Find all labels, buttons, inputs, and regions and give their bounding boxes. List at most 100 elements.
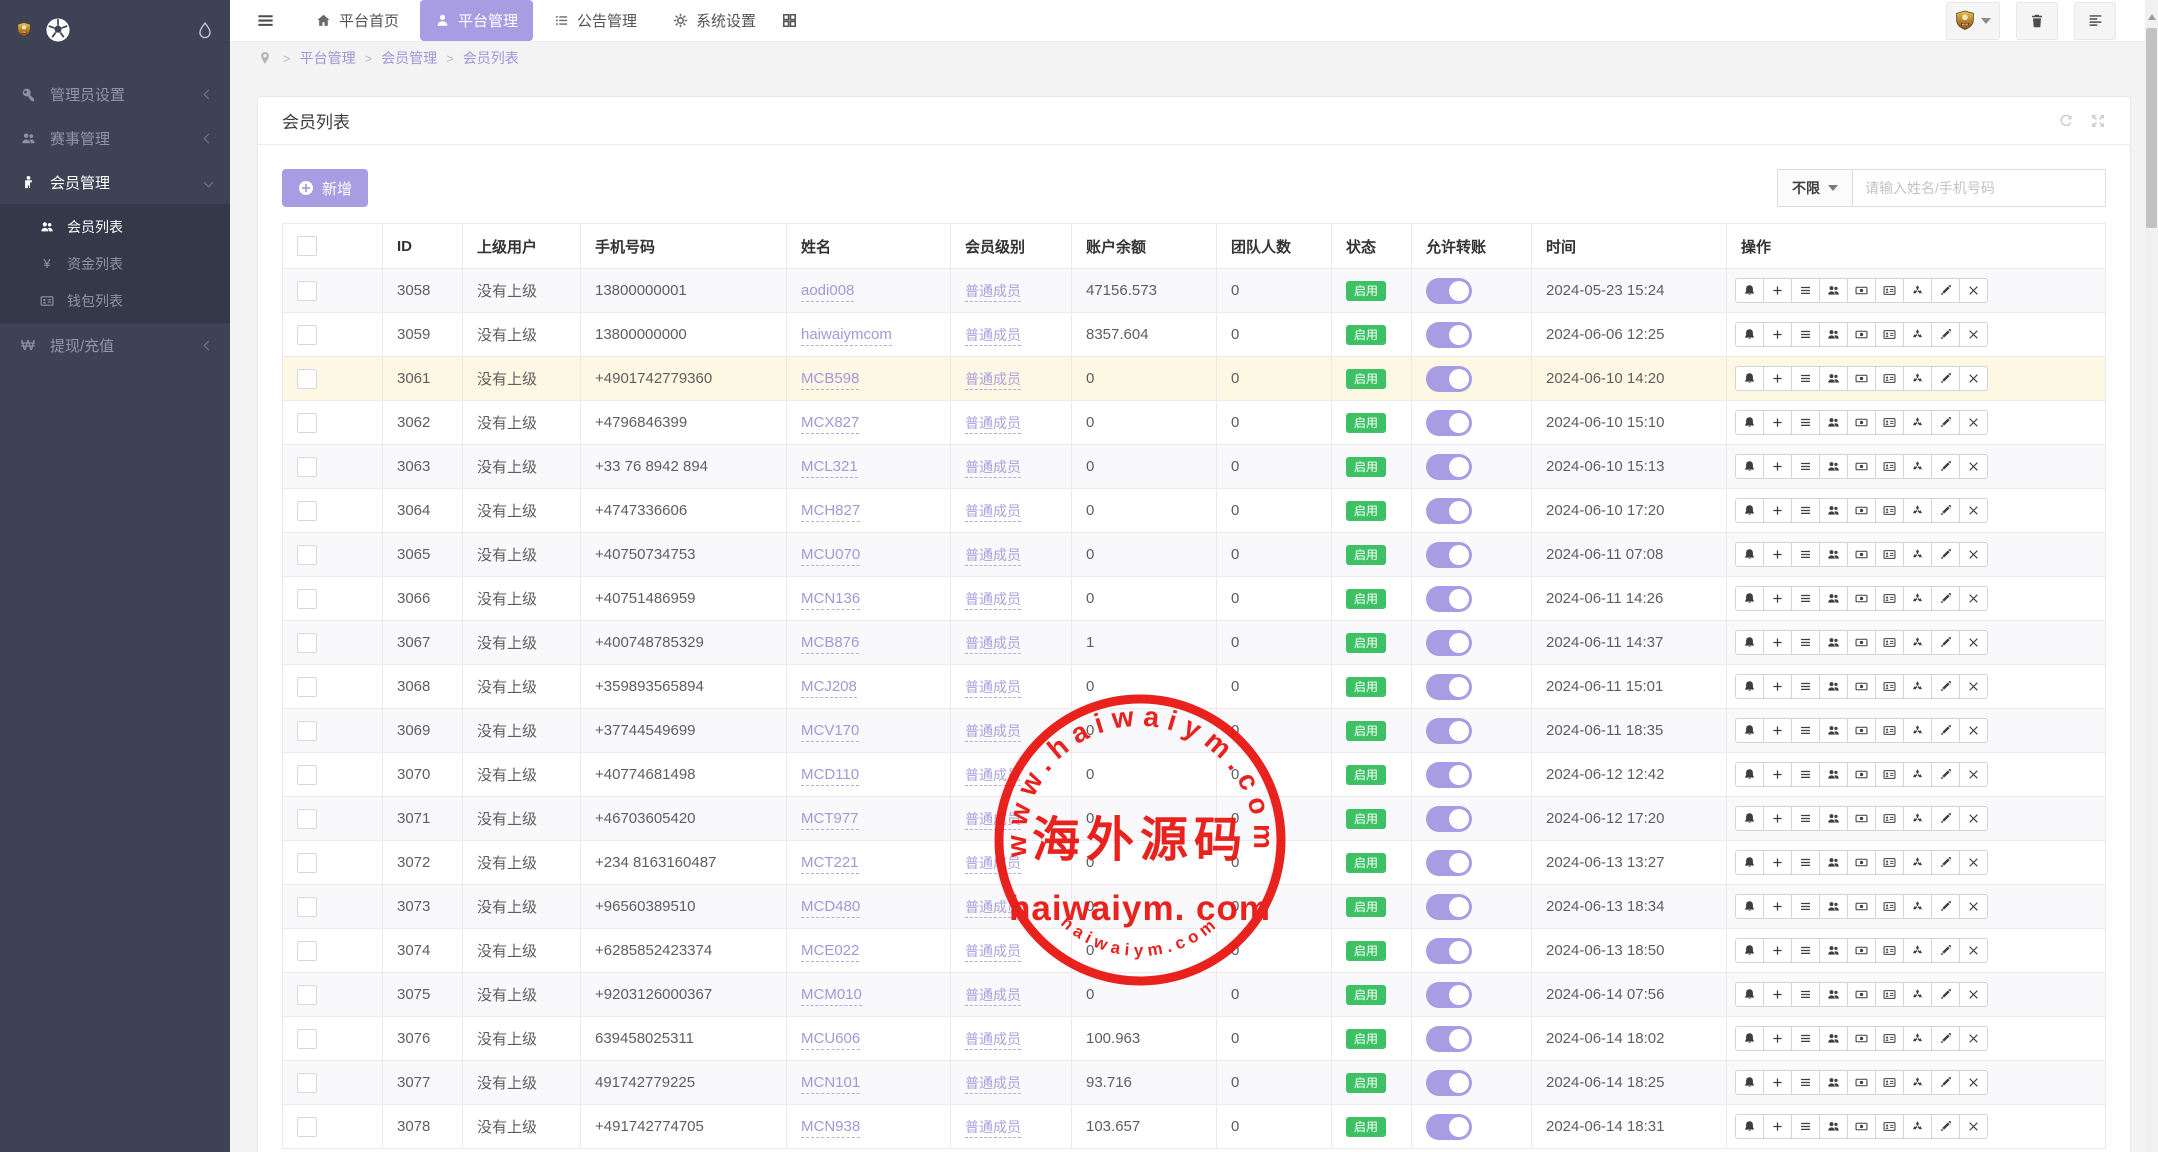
row-checkbox[interactable] xyxy=(297,852,317,873)
records-action-button[interactable] xyxy=(1791,322,1820,347)
member-name-link[interactable]: MCD480 xyxy=(801,898,861,918)
delete-action-button[interactable] xyxy=(1959,1114,1988,1139)
team-action-button[interactable] xyxy=(1819,806,1848,831)
row-checkbox[interactable] xyxy=(297,544,317,565)
sidebar-item-event-management[interactable]: 赛事管理 xyxy=(0,116,230,160)
row-checkbox[interactable] xyxy=(297,940,317,961)
reset-action-button[interactable] xyxy=(1903,982,1932,1007)
money-action-button[interactable] xyxy=(1847,938,1876,963)
member-name-link[interactable]: MCX827 xyxy=(801,414,860,434)
breadcrumb-link-member-list[interactable]: 会员列表 xyxy=(463,48,519,68)
notify-action-button[interactable] xyxy=(1735,630,1764,655)
delete-action-button[interactable] xyxy=(1959,762,1988,787)
edit-action-button[interactable] xyxy=(1931,586,1960,611)
notify-action-button[interactable] xyxy=(1735,278,1764,303)
member-level-link[interactable]: 普通成员 xyxy=(965,986,1021,1006)
records-action-button[interactable] xyxy=(1791,850,1820,875)
row-checkbox[interactable] xyxy=(297,720,317,741)
add-action-button[interactable] xyxy=(1763,454,1792,479)
team-action-button[interactable] xyxy=(1819,278,1848,303)
edit-action-button[interactable] xyxy=(1931,542,1960,567)
wallet-action-button[interactable] xyxy=(1875,762,1904,787)
transfer-toggle[interactable] xyxy=(1426,453,1472,480)
records-action-button[interactable] xyxy=(1791,806,1820,831)
transfer-toggle[interactable] xyxy=(1426,673,1472,700)
reset-action-button[interactable] xyxy=(1903,1026,1932,1051)
edit-action-button[interactable] xyxy=(1931,762,1960,787)
edit-action-button[interactable] xyxy=(1931,674,1960,699)
notify-action-button[interactable] xyxy=(1735,1114,1764,1139)
member-name-link[interactable]: MCU606 xyxy=(801,1030,861,1050)
delete-action-button[interactable] xyxy=(1959,542,1988,567)
edit-action-button[interactable] xyxy=(1931,806,1960,831)
records-action-button[interactable] xyxy=(1791,982,1820,1007)
notify-action-button[interactable] xyxy=(1735,674,1764,699)
transfer-toggle[interactable] xyxy=(1426,409,1472,436)
wallet-action-button[interactable] xyxy=(1875,278,1904,303)
money-action-button[interactable] xyxy=(1847,718,1876,743)
notify-action-button[interactable] xyxy=(1735,894,1764,919)
delete-action-button[interactable] xyxy=(1959,410,1988,435)
notify-action-button[interactable] xyxy=(1735,542,1764,567)
fullscreen-icon[interactable] xyxy=(2090,113,2106,129)
add-action-button[interactable] xyxy=(1763,542,1792,567)
reset-action-button[interactable] xyxy=(1903,1114,1932,1139)
add-action-button[interactable] xyxy=(1763,718,1792,743)
wallet-action-button[interactable] xyxy=(1875,322,1904,347)
team-action-button[interactable] xyxy=(1819,498,1848,523)
reset-action-button[interactable] xyxy=(1903,718,1932,743)
member-level-link[interactable]: 普通成员 xyxy=(965,810,1021,830)
reset-action-button[interactable] xyxy=(1903,322,1932,347)
delete-action-button[interactable] xyxy=(1959,894,1988,919)
money-action-button[interactable] xyxy=(1847,894,1876,919)
row-checkbox[interactable] xyxy=(297,808,317,829)
add-action-button[interactable] xyxy=(1763,1026,1792,1051)
add-action-button[interactable] xyxy=(1763,850,1792,875)
delete-action-button[interactable] xyxy=(1959,1070,1988,1095)
money-action-button[interactable] xyxy=(1847,1114,1876,1139)
add-action-button[interactable] xyxy=(1763,322,1792,347)
add-action-button[interactable] xyxy=(1763,1114,1792,1139)
wallet-action-button[interactable] xyxy=(1875,630,1904,655)
row-checkbox[interactable] xyxy=(297,676,317,697)
edit-action-button[interactable] xyxy=(1931,410,1960,435)
wallet-action-button[interactable] xyxy=(1875,454,1904,479)
transfer-toggle[interactable] xyxy=(1426,365,1472,392)
transfer-toggle[interactable] xyxy=(1426,937,1472,964)
money-action-button[interactable] xyxy=(1847,454,1876,479)
wallet-action-button[interactable] xyxy=(1875,410,1904,435)
sidebar-subitem-funds-list[interactable]: ¥ 资金列表 xyxy=(0,245,230,282)
team-action-button[interactable] xyxy=(1819,322,1848,347)
member-level-link[interactable]: 普通成员 xyxy=(965,766,1021,786)
edit-action-button[interactable] xyxy=(1931,718,1960,743)
notify-action-button[interactable] xyxy=(1735,982,1764,1007)
money-action-button[interactable] xyxy=(1847,322,1876,347)
wallet-action-button[interactable] xyxy=(1875,894,1904,919)
wallet-action-button[interactable] xyxy=(1875,1070,1904,1095)
nav-platform-home[interactable]: 平台首页 xyxy=(301,0,414,41)
wallet-action-button[interactable] xyxy=(1875,1026,1904,1051)
notify-action-button[interactable] xyxy=(1735,410,1764,435)
records-action-button[interactable] xyxy=(1791,1026,1820,1051)
records-action-button[interactable] xyxy=(1791,674,1820,699)
records-action-button[interactable] xyxy=(1791,718,1820,743)
team-action-button[interactable] xyxy=(1819,762,1848,787)
money-action-button[interactable] xyxy=(1847,278,1876,303)
team-action-button[interactable] xyxy=(1819,982,1848,1007)
delete-action-button[interactable] xyxy=(1959,630,1988,655)
transfer-toggle[interactable] xyxy=(1426,893,1472,920)
delete-action-button[interactable] xyxy=(1959,1026,1988,1051)
sidebar-subitem-member-list[interactable]: 会员列表 xyxy=(0,208,230,245)
reset-action-button[interactable] xyxy=(1903,674,1932,699)
grid-apps-icon[interactable] xyxy=(781,12,798,29)
transfer-toggle[interactable] xyxy=(1426,849,1472,876)
team-action-button[interactable] xyxy=(1819,850,1848,875)
row-checkbox[interactable] xyxy=(297,632,317,653)
member-level-link[interactable]: 普通成员 xyxy=(965,1118,1021,1138)
records-action-button[interactable] xyxy=(1791,586,1820,611)
log-list-button[interactable] xyxy=(2074,1,2116,40)
add-action-button[interactable] xyxy=(1763,498,1792,523)
member-level-link[interactable]: 普通成员 xyxy=(965,678,1021,698)
row-checkbox[interactable] xyxy=(297,324,317,345)
money-action-button[interactable] xyxy=(1847,498,1876,523)
